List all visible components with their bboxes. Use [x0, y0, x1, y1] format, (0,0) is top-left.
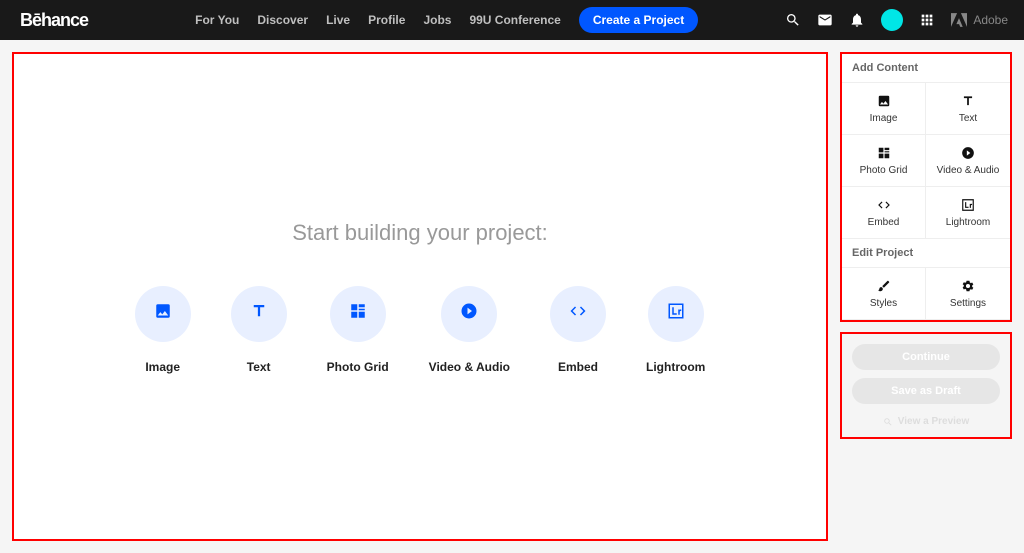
save-draft-button[interactable]: Save as Draft	[852, 378, 1000, 404]
panel-video-audio[interactable]: Video & Audio	[926, 135, 1010, 187]
add-content-header: Add Content	[842, 54, 1010, 83]
brush-icon	[877, 279, 891, 293]
play-icon	[961, 146, 975, 160]
behance-logo[interactable]: Bēhance	[20, 10, 88, 31]
canvas-tool-text[interactable]: Text	[231, 286, 287, 374]
grid-icon	[349, 302, 367, 325]
adobe-brand[interactable]: Adobe	[951, 13, 1008, 27]
grid-icon	[877, 146, 891, 160]
nav-live[interactable]: Live	[326, 13, 350, 27]
text-icon	[250, 302, 268, 325]
search-icon	[883, 417, 893, 427]
apps-grid-icon[interactable]	[919, 12, 935, 28]
avatar[interactable]	[881, 9, 903, 31]
play-icon	[460, 302, 478, 325]
lightroom-icon	[667, 302, 685, 325]
search-icon[interactable]	[785, 12, 801, 28]
view-preview-link[interactable]: View a Preview	[883, 416, 970, 427]
adobe-label-text: Adobe	[973, 13, 1008, 27]
canvas-tool-photo-grid[interactable]: Photo Grid	[327, 286, 389, 374]
gear-icon	[961, 279, 975, 293]
create-project-button[interactable]: Create a Project	[579, 7, 698, 33]
nav-99u[interactable]: 99U Conference	[469, 13, 560, 27]
embed-icon	[569, 302, 587, 325]
main-nav: For You Discover Live Profile Jobs 99U C…	[195, 7, 698, 33]
canvas-title: Start building your project:	[292, 220, 548, 246]
right-column: Add Content Image Text Photo Grid Video …	[840, 52, 1012, 541]
workspace: Start building your project: Image Text …	[0, 40, 1024, 553]
nav-discover[interactable]: Discover	[257, 13, 308, 27]
panel-lightroom[interactable]: Lightroom	[926, 187, 1010, 239]
panel-photo-grid[interactable]: Photo Grid	[842, 135, 926, 187]
header-right: Adobe	[785, 9, 1008, 31]
canvas-tool-video-audio[interactable]: Video & Audio	[429, 286, 510, 374]
panel-settings[interactable]: Settings	[926, 268, 1010, 320]
image-icon	[154, 302, 172, 325]
content-panel: Add Content Image Text Photo Grid Video …	[840, 52, 1012, 322]
nav-jobs[interactable]: Jobs	[423, 13, 451, 27]
project-canvas: Start building your project: Image Text …	[12, 52, 828, 541]
panel-styles[interactable]: Styles	[842, 268, 926, 320]
panel-text[interactable]: Text	[926, 83, 1010, 135]
nav-profile[interactable]: Profile	[368, 13, 405, 27]
image-icon	[877, 94, 891, 108]
mail-icon[interactable]	[817, 12, 833, 28]
nav-for-you[interactable]: For You	[195, 13, 239, 27]
panel-embed[interactable]: Embed	[842, 187, 926, 239]
actions-panel: Continue Save as Draft View a Preview	[840, 332, 1012, 439]
text-icon	[961, 94, 975, 108]
canvas-tool-lightroom[interactable]: Lightroom	[646, 286, 705, 374]
top-header: Bēhance For You Discover Live Profile Jo…	[0, 0, 1024, 40]
canvas-tool-image[interactable]: Image	[135, 286, 191, 374]
canvas-tool-row: Image Text Photo Grid Video & Audio Embe…	[135, 286, 706, 374]
bell-icon[interactable]	[849, 12, 865, 28]
canvas-tool-embed[interactable]: Embed	[550, 286, 606, 374]
embed-icon	[877, 198, 891, 212]
edit-project-header: Edit Project	[842, 239, 1010, 268]
panel-image[interactable]: Image	[842, 83, 926, 135]
lightroom-icon	[961, 198, 975, 212]
continue-button[interactable]: Continue	[852, 344, 1000, 370]
